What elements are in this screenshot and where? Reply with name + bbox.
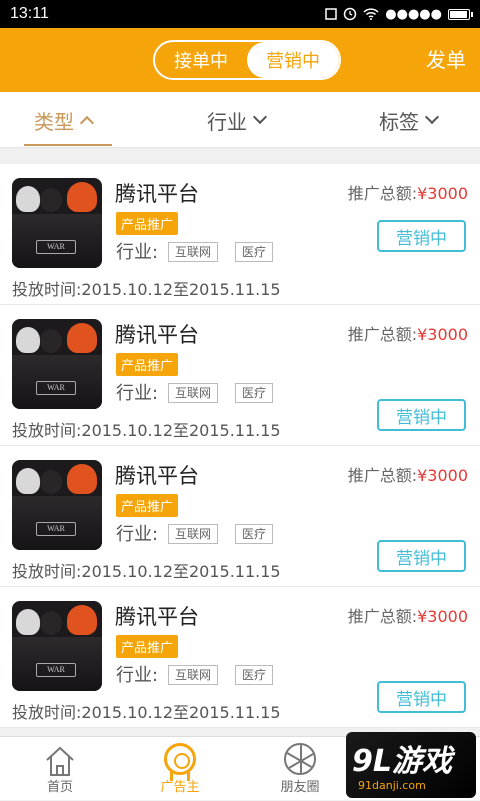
listing-card[interactable]: WAR 腾讯平台 产品推广 行业: 互联网 医疗 投放时间:2015.10.12… <box>0 587 480 728</box>
filter-tag-label: 标签 <box>379 109 419 134</box>
listing-period: 投放时间:2015.10.12至2015.11.15 <box>12 280 281 299</box>
chevron-down-icon <box>252 109 268 125</box>
tab-moments[interactable]: 朋友圈 <box>250 737 350 801</box>
tab-advertiser[interactable]: 广告主 <box>130 737 230 801</box>
watermark-logo: 9L游戏 91danji.com <box>346 732 476 798</box>
thumbnail-logo: WAR <box>36 381 76 395</box>
filter-type[interactable]: 类型 <box>34 92 95 148</box>
thumbnail-logo: WAR <box>36 240 76 254</box>
amount-label: 推广总额: <box>347 466 418 485</box>
amount-value: ¥3000 <box>417 184 468 203</box>
listing-period: 投放时间:2015.10.12至2015.11.15 <box>12 703 281 722</box>
filter-active-indicator <box>24 144 112 146</box>
amount-value: ¥3000 <box>417 607 468 626</box>
industry-label: 行业: <box>116 524 159 545</box>
industry-label: 行业: <box>116 665 159 686</box>
watermark-url: 91danji.com <box>358 779 426 792</box>
status-button[interactable]: 营销中 <box>377 681 466 713</box>
thumbnail-logo: WAR <box>36 522 76 536</box>
publish-order-button[interactable]: 发单 <box>426 44 466 73</box>
industry-tag: 互联网 <box>168 665 219 685</box>
sim-icon <box>325 8 338 20</box>
home-icon <box>46 746 74 776</box>
tab-home[interactable]: 首页 <box>10 737 110 801</box>
industry-tag: 互联网 <box>168 383 219 403</box>
status-icons: ●●●●● <box>325 6 473 22</box>
status-button[interactable]: 营销中 <box>377 540 466 572</box>
listing-thumbnail: WAR <box>12 178 102 268</box>
listing-title: 腾讯平台 <box>115 323 199 347</box>
industry-tag: 医疗 <box>235 524 274 544</box>
industry-tag: 医疗 <box>235 383 274 403</box>
listing-thumbnail: WAR <box>12 319 102 409</box>
listing-badge: 产品推广 <box>116 212 179 235</box>
chevron-down-icon <box>424 109 440 125</box>
amount-value: ¥3000 <box>417 466 468 485</box>
industry-tag: 医疗 <box>235 665 274 685</box>
listing-amount: 推广总额:¥3000 <box>348 462 468 486</box>
tab-home-label: 首页 <box>46 780 73 795</box>
industry-tag: 互联网 <box>168 242 219 262</box>
listing-amount: 推广总额:¥3000 <box>348 180 468 204</box>
listing-period: 投放时间:2015.10.12至2015.11.15 <box>12 421 281 440</box>
listing-thumbnail: WAR <box>12 460 102 550</box>
bottom-tab-bar: 首页 广告主 朋友圈 9L游戏 91danji.com <box>0 732 480 801</box>
tab-advertiser-label: 广告主 <box>160 780 200 795</box>
listing-badge: 产品推广 <box>116 353 179 376</box>
filter-industry[interactable]: 行业 <box>207 92 268 148</box>
filter-tag[interactable]: 标签 <box>379 92 440 148</box>
battery-icon <box>448 8 473 20</box>
listing-badge: 产品推广 <box>116 494 179 517</box>
aperture-icon <box>284 743 316 775</box>
listing-thumbnail: WAR <box>12 601 102 691</box>
alarm-icon <box>344 7 357 21</box>
filter-industry-label: 行业 <box>207 109 247 134</box>
watermark-title: 9L游戏 <box>352 744 452 779</box>
listing-card[interactable]: WAR 腾讯平台 产品推广 行业: 互联网 医疗 投放时间:2015.10.12… <box>0 305 480 446</box>
listing-badge: 产品推广 <box>116 635 179 658</box>
status-bar: 13:11 ●●●●● <box>0 0 480 28</box>
amount-label: 推广总额: <box>347 607 418 626</box>
tab-taking-orders[interactable]: 接单中 <box>155 42 247 78</box>
filter-type-label: 类型 <box>34 109 74 134</box>
thumbnail-logo: WAR <box>36 663 76 677</box>
listing-title: 腾讯平台 <box>115 464 199 488</box>
filter-bar: 类型 行业 标签 <box>0 92 480 148</box>
amount-label: 推广总额: <box>347 325 418 344</box>
listing-period: 投放时间:2015.10.12至2015.11.15 <box>12 562 281 581</box>
listing-list: WAR 腾讯平台 产品推广 行业: 互联网 医疗 投放时间:2015.10.12… <box>0 164 480 728</box>
listing-card[interactable]: WAR 腾讯平台 产品推广 行业: 互联网 医疗 投放时间:2015.10.12… <box>0 446 480 587</box>
listing-title: 腾讯平台 <box>115 182 199 206</box>
listing-amount: 推广总额:¥3000 <box>348 321 468 345</box>
status-button[interactable]: 营销中 <box>377 220 466 252</box>
tab-marketing[interactable]: 营销中 <box>247 42 339 78</box>
industry-tag: 医疗 <box>235 242 274 262</box>
status-time: 13:11 <box>10 5 49 22</box>
status-button[interactable]: 营销中 <box>377 399 466 431</box>
wifi-icon <box>363 8 379 20</box>
amount-label: 推广总额: <box>347 184 418 203</box>
mode-segmented-control: 接单中 营销中 <box>153 40 341 80</box>
industry-label: 行业: <box>116 383 159 404</box>
amount-value: ¥3000 <box>417 325 468 344</box>
listing-title: 腾讯平台 <box>115 605 199 629</box>
signal-icon: ●●●●● <box>385 6 442 22</box>
listing-card[interactable]: WAR 腾讯平台 产品推广 行业: 互联网 医疗 投放时间:2015.10.12… <box>0 164 480 305</box>
listing-amount: 推广总额:¥3000 <box>348 603 468 627</box>
industry-label: 行业: <box>116 242 159 263</box>
top-header: 接单中 营销中 发单 <box>0 28 480 92</box>
industry-tag: 互联网 <box>168 524 219 544</box>
tab-moments-label: 朋友圈 <box>280 780 320 795</box>
chevron-up-icon <box>79 115 95 131</box>
